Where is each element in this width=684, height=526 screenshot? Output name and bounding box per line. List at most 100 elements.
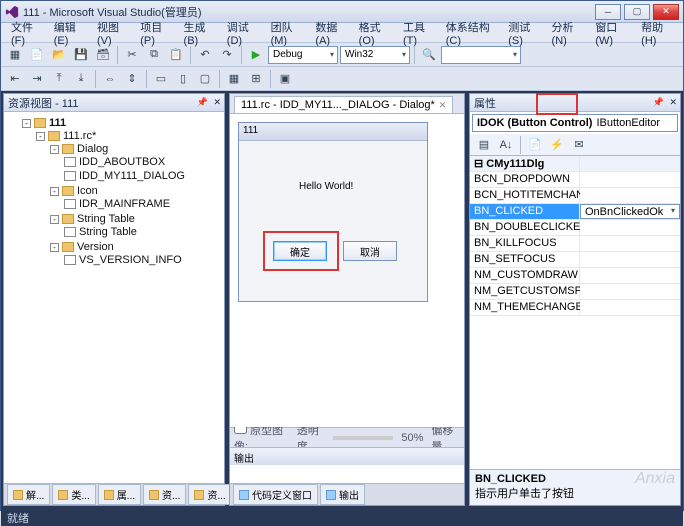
menu-item[interactable]: 分析(N) <box>546 17 590 49</box>
toolbar-dialog: ⇤ ⇥ ⤒ ⤓ ⇔ ⇕ ▭ ▯ ▢ ▦ ⊞ ▣ <box>1 67 683 91</box>
tree-item[interactable]: IDR_MAINFRAME <box>64 197 220 211</box>
resource-tree[interactable]: -111 -111.rc* -DialogIDD_ABOUTBOXIDD_MY1… <box>4 112 224 483</box>
resource-view-header: 资源视图 - 111 📌 ✕ <box>4 94 224 112</box>
editor-panel: 111.rc - IDD_MY11..._DIALOG - Dialog*✕ 1… <box>229 93 465 506</box>
align-left-icon[interactable]: ⇤ <box>5 69 25 89</box>
menu-item[interactable]: 团队(M) <box>265 17 310 49</box>
properties-header: 属性 📌 ✕ <box>470 94 680 112</box>
find-icon[interactable]: 🔍 <box>419 45 439 65</box>
property-help: BN_CLICKED 指示用户单击了按钮 <box>470 469 680 505</box>
property-row[interactable]: NM_CUSTOMDRAW <box>470 268 680 284</box>
same-height-icon[interactable]: ▯ <box>173 69 193 89</box>
tree-folder[interactable]: -IconIDR_MAINFRAME <box>50 184 220 212</box>
output-header: 输出 <box>230 447 464 465</box>
menu-item[interactable]: 格式(O) <box>353 17 397 49</box>
editor-tabs: 111.rc - IDD_MY11..._DIALOG - Dialog*✕ <box>230 94 464 114</box>
save-icon[interactable]: 💾 <box>71 45 91 65</box>
find-box[interactable] <box>441 46 521 64</box>
close-panel-icon[interactable]: ✕ <box>213 97 221 108</box>
close-panel-icon[interactable]: ✕ <box>669 97 677 108</box>
panel-tab[interactable]: 类... <box>52 484 95 505</box>
panel-tab[interactable]: 资... <box>188 484 231 505</box>
panel-tab[interactable]: 解... <box>7 484 50 505</box>
menu-item[interactable]: 测试(S) <box>502 17 545 49</box>
tree-item[interactable]: String Table <box>64 225 220 239</box>
property-row[interactable]: BN_SETFOCUS <box>470 252 680 268</box>
static-text-hello[interactable]: Hello World! <box>299 181 353 192</box>
menu-item[interactable]: 体系结构(C) <box>440 17 503 49</box>
menu-item[interactable]: 帮助(H) <box>635 17 679 49</box>
help-title: BN_CLICKED <box>475 473 546 485</box>
property-row[interactable]: BN_KILLFOCUS <box>470 236 680 252</box>
same-size-icon[interactable]: ▢ <box>195 69 215 89</box>
tree-item[interactable]: VS_VERSION_INFO <box>64 253 220 267</box>
output-tab[interactable]: 代码定义窗口 <box>233 484 318 505</box>
platform-dropdown[interactable]: Win32 <box>340 46 410 64</box>
align-bottom-icon[interactable]: ⤓ <box>71 69 91 89</box>
category-row[interactable]: ⊟ CMy111Dlg <box>470 156 680 172</box>
resource-view-title: 资源视图 - 111 <box>8 95 79 111</box>
output-body <box>230 465 464 483</box>
save-all-icon[interactable]: 🗃 <box>93 45 113 65</box>
property-row[interactable]: BN_CLICKEDOnBnClickedOk <box>470 204 680 220</box>
property-row[interactable]: BCN_DROPDOWN <box>470 172 680 188</box>
properties-title: 属性 <box>474 95 496 111</box>
undo-icon[interactable]: ↶ <box>195 45 215 65</box>
center-h-icon[interactable]: ⇔ <box>100 69 120 89</box>
control-selector[interactable]: IDOK (Button Control)IButtonEditor <box>472 114 678 132</box>
property-row[interactable]: NM_THEMECHANGE <box>470 300 680 316</box>
pin-icon[interactable]: 📌 <box>197 97 208 108</box>
close-tab-icon[interactable]: ✕ <box>439 100 447 111</box>
tree-root[interactable]: -111 -111.rc* -DialogIDD_ABOUTBOXIDD_MY1… <box>22 116 220 270</box>
paste-icon[interactable]: 📋 <box>166 45 186 65</box>
panel-tab[interactable]: 资... <box>143 484 186 505</box>
workarea: 资源视图 - 111 📌 ✕ -111 -111.rc* -DialogIDD_… <box>1 91 683 508</box>
resource-view-panel: 资源视图 - 111 📌 ✕ -111 -111.rc* -DialogIDD_… <box>3 93 225 506</box>
cut-icon[interactable]: ✂ <box>122 45 142 65</box>
redo-icon[interactable]: ↷ <box>217 45 237 65</box>
property-grid[interactable]: ⊟ CMy111Dlg BCN_DROPDOWNBCN_HOTITEMCHANB… <box>470 156 680 469</box>
tree-rc[interactable]: -111.rc* -DialogIDD_ABOUTBOXIDD_MY111_DI… <box>36 129 220 269</box>
opacity-value: 50% <box>401 432 423 444</box>
property-row[interactable]: NM_GETCUSTOMSPl <box>470 284 680 300</box>
tree-item[interactable]: IDD_MY111_DIALOG <box>64 169 220 183</box>
ok-button[interactable]: 确定 <box>273 241 327 261</box>
copy-icon[interactable]: ⧉ <box>144 45 164 65</box>
grid-icon[interactable]: ▦ <box>224 69 244 89</box>
tree-folder[interactable]: -String TableString Table <box>50 212 220 240</box>
test-dialog-icon[interactable]: ▣ <box>275 69 295 89</box>
cancel-button[interactable]: 取消 <box>343 241 397 261</box>
align-top-icon[interactable]: ⤒ <box>49 69 69 89</box>
categorized-icon[interactable]: ▤ <box>474 135 494 155</box>
alphabetical-icon[interactable]: A↓ <box>496 135 516 155</box>
opacity-slider[interactable] <box>333 436 393 440</box>
mid-bottom-tabs: 代码定义窗口输出 <box>230 483 464 505</box>
tree-item[interactable]: IDD_ABOUTBOX <box>64 155 220 169</box>
pin-icon[interactable]: 📌 <box>653 97 664 108</box>
align-right-icon[interactable]: ⇥ <box>27 69 47 89</box>
add-item-icon[interactable]: 📄 <box>27 45 47 65</box>
dialog-designer[interactable]: 111 Hello World! 确定 取消 <box>230 114 464 427</box>
start-icon[interactable]: ▶ <box>246 45 266 65</box>
config-dropdown[interactable]: Debug <box>268 46 338 64</box>
same-width-icon[interactable]: ▭ <box>151 69 171 89</box>
property-row[interactable]: BCN_HOTITEMCHAN <box>470 188 680 204</box>
messages-icon[interactable]: ✉ <box>569 135 589 155</box>
output-tab[interactable]: 输出 <box>320 484 365 505</box>
properties-panel: 属性 📌 ✕ IDOK (Button Control)IButtonEdito… <box>469 93 681 506</box>
guides-icon[interactable]: ⊞ <box>246 69 266 89</box>
events-icon[interactable]: ⚡ <box>547 135 567 155</box>
tree-folder[interactable]: -VersionVS_VERSION_INFO <box>50 240 220 268</box>
properties-icon[interactable]: 📄 <box>525 135 545 155</box>
open-icon[interactable]: 📂 <box>49 45 69 65</box>
property-row[interactable]: BN_DOUBLECLICKED <box>470 220 680 236</box>
tree-folder[interactable]: -DialogIDD_ABOUTBOXIDD_MY111_DIALOG <box>50 142 220 184</box>
editor-tab[interactable]: 111.rc - IDD_MY11..._DIALOG - Dialog*✕ <box>234 96 453 113</box>
center-v-icon[interactable]: ⇕ <box>122 69 142 89</box>
panel-tab[interactable]: 属... <box>98 484 141 505</box>
new-project-icon[interactable]: ▦ <box>5 45 25 65</box>
menu-item[interactable]: 窗口(W) <box>589 17 635 49</box>
menu-item[interactable]: 数据(A) <box>309 17 352 49</box>
dialog-preview[interactable]: 111 Hello World! 确定 取消 <box>238 122 428 302</box>
properties-toolbar: ▤ A↓ 📄 ⚡ ✉ <box>470 134 680 156</box>
